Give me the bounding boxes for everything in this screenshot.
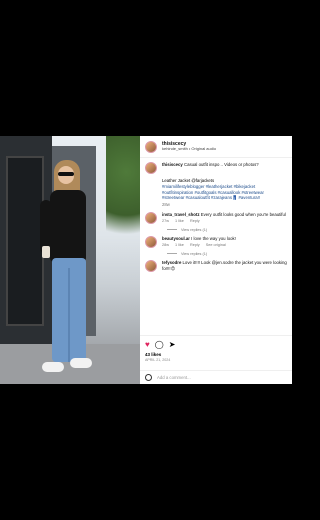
- comment-body: beautysoul.ar I love the way you look! 2…: [162, 236, 236, 248]
- person: [40, 160, 100, 382]
- header-meta: thisiscecy kehinde_smith • Original audi…: [162, 141, 216, 151]
- comment-text: Love it!!!! Look @jen.sodre the jacket y…: [162, 259, 287, 271]
- post-panel: thisiscecy kehinde_smith • Original audi…: [140, 136, 292, 384]
- action-icons: ♥ ◯ ➤: [145, 339, 287, 349]
- caption-row: thisiscecy Casual outfit inspo .. Videos…: [145, 162, 287, 174]
- view-replies-button[interactable]: View replies (1): [167, 228, 287, 232]
- post-viewer: thisiscecy kehinde_smith • Original audi…: [0, 136, 292, 384]
- coffee-cup: [42, 246, 50, 258]
- comments-feed: thisiscecy Casual outfit inspo .. Videos…: [140, 158, 292, 272]
- comment-row: tefysodre Love it!!!! Look @jen.sodre th…: [145, 259, 287, 272]
- post-photo: [0, 136, 140, 384]
- comment-reply-button[interactable]: Reply: [190, 219, 200, 223]
- post-date: APRIL 21, 2024: [145, 358, 171, 362]
- comment-likes[interactable]: 1 like: [175, 243, 184, 247]
- caption-hashtags[interactable]: #miamilifestyleblogger #leatherjacket #b…: [162, 184, 287, 201]
- sneaker-left: [42, 362, 64, 372]
- comment-body: insta_travel_shotz Every outfit looks go…: [162, 212, 286, 224]
- add-comment-bar[interactable]: Add a comment...: [140, 370, 292, 384]
- caption-time: 28w: [162, 202, 170, 208]
- comment-time: 28w: [162, 242, 169, 247]
- comment-meta: 27w 1 like Reply: [162, 219, 286, 224]
- post-header: thisiscecy kehinde_smith • Original audi…: [140, 136, 292, 158]
- jeans: [52, 258, 86, 362]
- comment-likes[interactable]: 1 like: [175, 219, 184, 223]
- caption-username[interactable]: thisiscecy: [162, 162, 183, 167]
- caption-avatar[interactable]: [145, 162, 157, 174]
- comment-avatar[interactable]: [145, 235, 157, 248]
- comment-meta: 28w 1 like Reply See original: [162, 243, 236, 248]
- post-actions: ♥ ◯ ➤ 43 likes APRIL 21, 2024: [140, 335, 292, 362]
- comment-body: tefysodre Love it!!!! Look @jen.sodre th…: [162, 260, 287, 272]
- comment-avatar[interactable]: [145, 259, 157, 272]
- caption-body: thisiscecy Casual outfit inspo .. Videos…: [162, 162, 259, 168]
- caption-text: Casual outfit inspo .. Videos or photos?: [184, 162, 259, 167]
- heart-icon[interactable]: ♥: [145, 340, 150, 349]
- comment-text: Every outfit looks good when you're beau…: [200, 211, 286, 217]
- emoji-icon[interactable]: [145, 374, 152, 381]
- comment-row: beautysoul.ar I love the way you look! 2…: [145, 235, 287, 248]
- sneaker-right: [70, 358, 92, 368]
- comment-time: 27w: [162, 218, 169, 223]
- comment-username[interactable]: tefysodre: [162, 260, 181, 265]
- leather-jacket: [50, 190, 86, 262]
- see-translation-button[interactable]: See original: [206, 243, 226, 247]
- likes-count[interactable]: 43 likes: [145, 352, 287, 357]
- share-icon[interactable]: ➤: [169, 340, 176, 349]
- add-comment-input[interactable]: Add a comment...: [157, 375, 191, 380]
- glass-door: [6, 156, 44, 326]
- view-replies-button[interactable]: View replies (1): [167, 252, 287, 256]
- avatar[interactable]: [145, 140, 157, 153]
- comment-row: insta_travel_shotz Every outfit looks go…: [145, 211, 287, 224]
- comment-username[interactable]: beautysoul.ar: [162, 236, 190, 241]
- comment-username[interactable]: insta_travel_shotz: [162, 212, 200, 217]
- comment-icon[interactable]: ◯: [155, 340, 164, 349]
- header-subtitle[interactable]: kehinde_smith • Original audio: [162, 146, 216, 151]
- comment-text: I love the way you look!: [191, 235, 236, 241]
- comment-avatar[interactable]: [145, 211, 157, 224]
- comment-reply-button[interactable]: Reply: [190, 243, 200, 247]
- tree: [106, 136, 140, 256]
- sunglasses: [58, 172, 74, 176]
